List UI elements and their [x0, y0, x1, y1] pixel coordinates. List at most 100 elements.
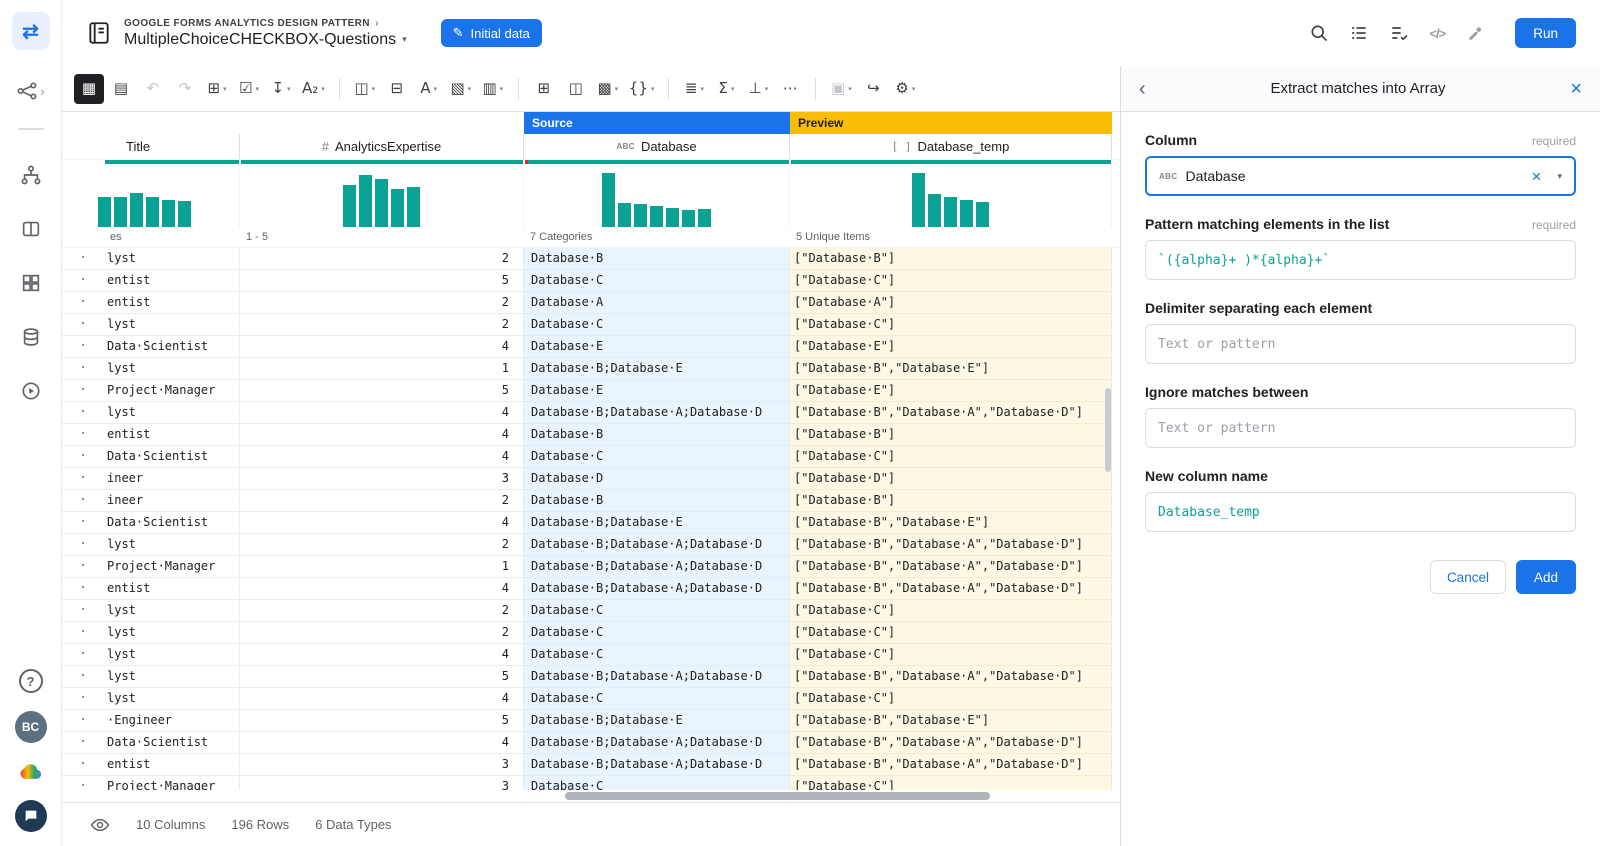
ignore-input[interactable]	[1145, 408, 1576, 448]
cell-title[interactable]: entist	[104, 270, 240, 292]
cell-database[interactable]: Database·B;Database·A;Database·D	[524, 402, 790, 424]
row-marker[interactable]: ·	[62, 534, 104, 556]
cell-database-temp[interactable]: ["Database·B","Database·E"]	[790, 710, 1112, 732]
row-marker[interactable]: ·	[62, 270, 104, 292]
column-ops-icon[interactable]: ⊞▾	[202, 74, 232, 104]
cell-database-temp[interactable]: ["Database·B","Database·E"]	[790, 358, 1112, 380]
cell-expertise[interactable]: 5	[240, 270, 524, 292]
cell-database-temp[interactable]: ["Database·C"]	[790, 314, 1112, 336]
table-merge-icon[interactable]: ▩▾	[593, 74, 623, 104]
cell-title[interactable]: lyst	[104, 358, 240, 380]
eyedropper-button[interactable]	[1465, 24, 1483, 42]
column-header-database[interactable]: ABC Database	[524, 134, 790, 159]
cell-database[interactable]: Database·D	[524, 468, 790, 490]
cell-title[interactable]: Data·Scientist	[104, 446, 240, 468]
avatar[interactable]: BC	[15, 711, 47, 743]
undo-icon[interactable]: ↶	[138, 74, 168, 104]
cell-expertise[interactable]: 2	[240, 600, 524, 622]
recipe-steps-button[interactable]	[1349, 23, 1369, 43]
cell-database[interactable]: Database·B;Database·A;Database·D	[524, 666, 790, 688]
cell-expertise[interactable]: 2	[240, 292, 524, 314]
merge-icon[interactable]: ⊟	[382, 74, 412, 104]
cell-title[interactable]: lyst	[104, 600, 240, 622]
row-marker[interactable]: ·	[62, 424, 104, 446]
cell-database[interactable]: Database·E	[524, 380, 790, 402]
cell-expertise[interactable]: 4	[240, 732, 524, 754]
cell-database[interactable]: Database·C	[524, 688, 790, 710]
row-marker[interactable]: ·	[62, 336, 104, 358]
cell-expertise[interactable]: 1	[240, 358, 524, 380]
column-header-database-temp[interactable]: [ ] Database_temp	[790, 134, 1112, 159]
cell-database[interactable]: Database·B;Database·A;Database·D	[524, 534, 790, 556]
cell-title[interactable]: ·Engineer	[104, 710, 240, 732]
delete-rows-icon[interactable]: ↧▾	[266, 74, 296, 104]
cell-title[interactable]: Project·Manager	[104, 380, 240, 402]
target-icon[interactable]: ▣▾	[826, 74, 856, 104]
cell-title[interactable]: entist	[104, 754, 240, 776]
row-marker[interactable]: ·	[62, 314, 104, 336]
cell-title[interactable]: ineer	[104, 468, 240, 490]
histogram-bar[interactable]	[343, 185, 356, 227]
cell-expertise[interactable]: 2	[240, 490, 524, 512]
extract-icon[interactable]: ▧▾	[446, 74, 476, 104]
histogram-bar[interactable]	[976, 202, 989, 227]
cell-database[interactable]: Database·B;Database·A;Database·D	[524, 578, 790, 600]
cell-title[interactable]: Data·Scientist	[104, 336, 240, 358]
cell-database[interactable]: Database·B;Database·A;Database·D	[524, 754, 790, 776]
source-band[interactable]: Source	[524, 112, 790, 134]
cell-title[interactable]: lyst	[104, 688, 240, 710]
row-marker[interactable]: ·	[62, 754, 104, 776]
cell-title[interactable]: entist	[104, 578, 240, 600]
row-marker[interactable]: ·	[62, 358, 104, 380]
preview-band[interactable]: Preview	[790, 112, 1112, 134]
histogram-bar[interactable]	[602, 173, 615, 227]
cell-title[interactable]: ineer	[104, 490, 240, 512]
histogram-bar[interactable]	[944, 197, 957, 227]
cell-database[interactable]: Database·B;Database·A;Database·D	[524, 732, 790, 754]
cell-title[interactable]: Data·Scientist	[104, 732, 240, 754]
cell-title[interactable]: lyst	[104, 402, 240, 424]
cell-database-temp[interactable]: ["Database·E"]	[790, 336, 1112, 358]
cell-database-temp[interactable]: ["Database·B","Database·A","Database·D"]	[790, 534, 1112, 556]
sidebar-item-columns[interactable]	[20, 218, 42, 240]
row-marker[interactable]: ·	[62, 578, 104, 600]
row-marker[interactable]: ·	[62, 644, 104, 666]
sidebar-item-jobs[interactable]	[20, 380, 42, 402]
cell-expertise[interactable]: 4	[240, 688, 524, 710]
align-icon[interactable]: ◫▾	[350, 74, 380, 104]
cell-expertise[interactable]: 2	[240, 534, 524, 556]
column-header-expertise[interactable]: # AnalyticsExpertise	[240, 134, 524, 159]
column-select[interactable]: ABC Database × ▾	[1145, 156, 1576, 196]
cell-database-temp[interactable]: ["Database·B"]	[790, 248, 1112, 270]
cell-title[interactable]: lyst	[104, 534, 240, 556]
cell-database-temp[interactable]: ["Database·C"]	[790, 270, 1112, 292]
redo-icon[interactable]: ↷	[170, 74, 200, 104]
histogram-bar[interactable]	[650, 206, 663, 227]
cell-database[interactable]: Database·C	[524, 600, 790, 622]
histogram-bar[interactable]	[407, 187, 420, 227]
delimiter-input[interactable]	[1145, 324, 1576, 364]
table-split-icon[interactable]: ◫	[561, 74, 591, 104]
cell-expertise[interactable]: 2	[240, 314, 524, 336]
cell-database[interactable]: Database·C	[524, 446, 790, 468]
cell-database-temp[interactable]: ["Database·B","Database·A","Database·D"]	[790, 556, 1112, 578]
sort-icon[interactable]: A₂▾	[298, 74, 329, 104]
row-marker[interactable]: ·	[62, 732, 104, 754]
histogram-bar[interactable]	[618, 203, 631, 227]
sidebar-item-flows[interactable]: ›	[16, 80, 44, 102]
page-title[interactable]: MultipleChoiceCHECKBOX-Questions ▾	[124, 31, 407, 49]
cell-database[interactable]: Database·B;Database·A;Database·D	[524, 556, 790, 578]
cell-database-temp[interactable]: ["Database·C"]	[790, 688, 1112, 710]
preview-eye-button[interactable]	[90, 815, 110, 835]
row-marker[interactable]: ·	[62, 710, 104, 732]
row-marker[interactable]: ·	[62, 468, 104, 490]
cell-title[interactable]: lyst	[104, 314, 240, 336]
cell-database-temp[interactable]: ["Database·C"]	[790, 776, 1112, 790]
breadcrumb[interactable]: GOOGLE FORMS ANALYTICS DESIGN PATTERN ›	[124, 18, 407, 29]
cell-title[interactable]: Data·Scientist	[104, 512, 240, 534]
cell-database-temp[interactable]: ["Database·B","Database·A","Database·D"]	[790, 754, 1112, 776]
cell-expertise[interactable]: 1	[240, 556, 524, 578]
settings-sliders-icon[interactable]: ⚙▾	[890, 74, 920, 104]
cell-expertise[interactable]: 3	[240, 754, 524, 776]
close-icon[interactable]: ×	[1570, 79, 1582, 99]
